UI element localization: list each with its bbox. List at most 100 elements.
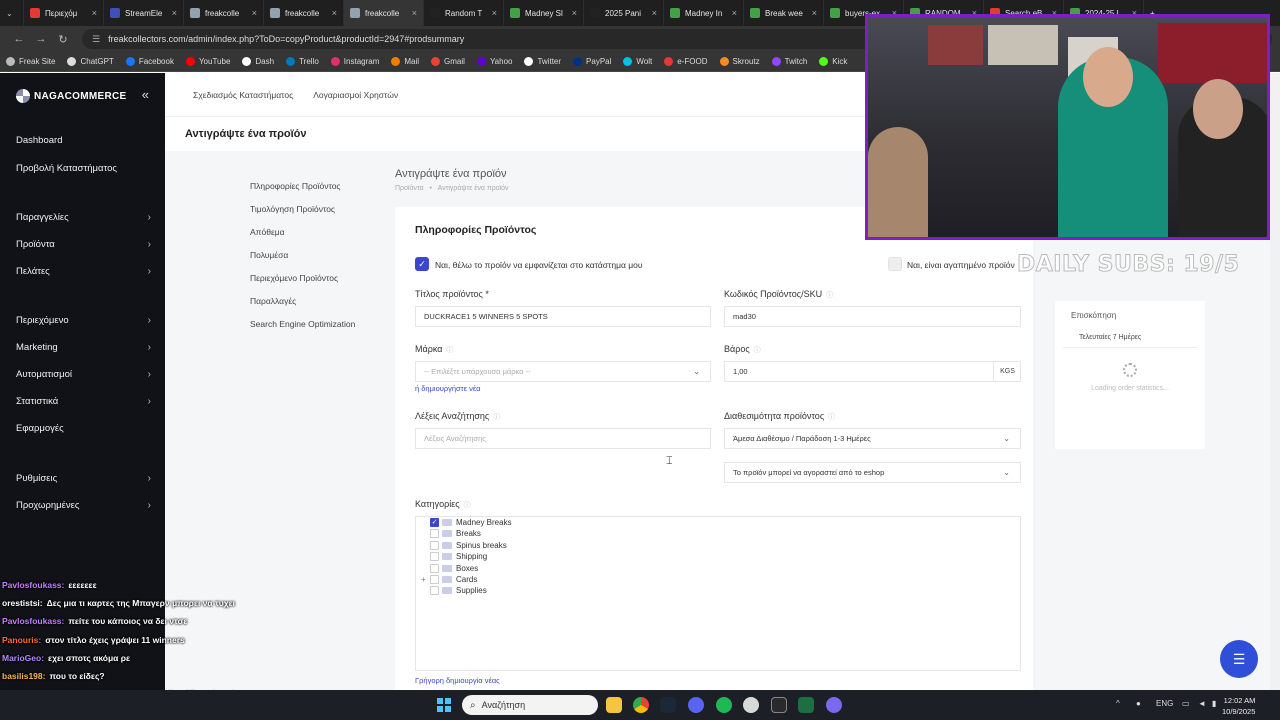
weight-input[interactable]: 1,00 — [724, 361, 1021, 382]
browser-tab[interactable]: StreamEle × — [104, 0, 184, 26]
info-icon[interactable]: ⓘ — [446, 347, 453, 354]
sidebar-item[interactable]: Παραγγελίες › — [16, 212, 151, 223]
bookmark-kick[interactable]: Kick — [819, 57, 847, 66]
section-nav-item[interactable]: Τιμολόγηση Προϊόντος — [250, 204, 355, 227]
tab-list-button[interactable]: ⌄ — [0, 0, 24, 26]
quick-create-category-link[interactable]: Γρήγορη δημιουργία νέας — [415, 676, 500, 685]
info-icon[interactable]: ⓘ — [493, 414, 500, 421]
info-icon[interactable]: ⓘ — [826, 292, 833, 299]
bookmark-gmail[interactable]: Gmail — [431, 57, 465, 66]
collapse-sidebar-icon[interactable]: « — [142, 87, 149, 102]
browser-tab[interactable]: freakcolle × — [184, 0, 264, 26]
sidebar-item[interactable]: Προβολή Καταστήματος — [16, 163, 151, 174]
bookmark-youtube[interactable]: YouTube — [185, 57, 230, 66]
sidebar-item[interactable]: Ρυθμίσεις › — [16, 473, 151, 484]
close-tab-icon[interactable]: × — [86, 8, 97, 18]
tray-chevron-icon[interactable]: ^ — [1116, 699, 1120, 708]
close-tab-icon[interactable]: × — [326, 8, 337, 18]
category-node[interactable]: Supplies — [430, 586, 487, 596]
language-indicator[interactable]: ENG — [1156, 699, 1173, 708]
breadcrumb-products[interactable]: Προϊόντα — [395, 185, 424, 192]
discord-icon[interactable] — [688, 697, 704, 713]
category-node[interactable]: + Cards — [421, 575, 477, 584]
bookmark-twitch[interactable]: Twitch — [771, 57, 807, 66]
site-info-icon[interactable]: ☰ — [92, 34, 100, 45]
create-brand-link[interactable]: ή δημιουργήστε νέα — [415, 384, 481, 393]
category-checkbox[interactable] — [430, 586, 439, 596]
spotify-icon[interactable] — [716, 697, 732, 713]
bookmark-chatgpt[interactable]: ChatGPT — [67, 57, 114, 66]
bookmark-mail[interactable]: Mail — [391, 57, 419, 66]
close-tab-icon[interactable]: × — [406, 8, 417, 18]
topnav-user-accounts[interactable]: Λογαριασμοί Χρηστών — [313, 90, 398, 100]
browser-tab[interactable]: Break wee × — [744, 0, 824, 26]
info-icon[interactable]: ⓘ — [754, 347, 761, 354]
title-input[interactable]: DUCKRACE1 5 WINNERS 5 SPOTS — [415, 306, 711, 327]
taskbar-clock[interactable]: 12:02 AM 10/9/2025 — [1222, 695, 1255, 717]
close-tab-icon[interactable]: × — [726, 8, 737, 18]
category-checkbox[interactable] — [430, 529, 439, 539]
page-scrollbar[interactable] — [1270, 73, 1280, 690]
steam-icon[interactable] — [660, 697, 676, 713]
close-tab-icon[interactable]: × — [486, 8, 497, 18]
sku-input[interactable]: mad30 — [724, 306, 1021, 327]
section-nav-item[interactable]: Απόθεμα — [250, 227, 355, 250]
browser-tab[interactable]: freakcolle × — [264, 0, 344, 26]
availability-select[interactable]: Άμεσα Διαθέσιμο / Παράδοση 1-3 Ημέρες ⌄ — [724, 428, 1021, 449]
file-explorer-icon[interactable] — [606, 697, 622, 713]
section-nav-item[interactable]: Περιεχόμενο Προϊόντος — [250, 273, 355, 296]
section-nav-item[interactable]: Πολυμέσα — [250, 250, 355, 273]
category-checkbox[interactable] — [430, 575, 439, 584]
chrome-icon[interactable] — [633, 697, 649, 713]
taskbar-search[interactable]: ⌕ Αναζήτηση — [462, 695, 598, 715]
browser-tab[interactable]: 2025 Pani × — [584, 0, 664, 26]
bookmark-skroutz[interactable]: Skroutz — [719, 57, 760, 66]
volume-icon[interactable]: ◄ — [1198, 699, 1206, 708]
section-nav-item[interactable]: Παραλλαγές — [250, 296, 355, 319]
brand-logo[interactable]: NAGACOMMERCE — [16, 89, 127, 103]
battery-icon[interactable]: ▮ — [1212, 699, 1216, 708]
bookmark-twitter[interactable]: Twitter — [524, 57, 561, 66]
close-tab-icon[interactable]: × — [166, 8, 177, 18]
browser-tab[interactable]: Περιεχόμ × — [24, 0, 104, 26]
section-nav-item[interactable]: Πληροφορίες Προϊόντος — [250, 181, 355, 204]
chat-support-button[interactable]: ☰ — [1220, 640, 1258, 678]
bookmark-paypal[interactable]: PayPal — [573, 57, 611, 66]
microphone-icon[interactable]: ● — [1136, 699, 1141, 708]
close-tab-icon[interactable]: × — [806, 8, 817, 18]
sidebar-item[interactable]: Προϊόντα › — [16, 239, 151, 250]
bookmark-wolt[interactable]: Wolt — [623, 57, 652, 66]
bookmark-yahoo[interactable]: Yahoo — [476, 57, 512, 66]
category-checkbox[interactable] — [430, 552, 439, 562]
topnav-store-design[interactable]: Σχεδιασμός Καταστήματος — [193, 90, 293, 100]
viber-icon[interactable] — [826, 697, 842, 713]
back-icon[interactable]: ← — [8, 33, 30, 45]
category-node[interactable]: Spinus breaks — [430, 540, 507, 550]
brand-select[interactable]: -- Επιλέξτε υπάρχουσα μάρκα -- ⌄ — [415, 361, 711, 382]
close-tab-icon[interactable]: × — [646, 8, 657, 18]
category-checkbox[interactable]: ✓ — [430, 518, 439, 527]
browser-tab[interactable]: Random T × — [424, 0, 504, 26]
network-icon[interactable]: ▭ — [1182, 699, 1190, 708]
close-tab-icon[interactable]: × — [566, 8, 577, 18]
bookmark-instagram[interactable]: Instagram — [330, 57, 379, 66]
app-icon[interactable] — [771, 697, 787, 713]
sidebar-item[interactable]: Περιεχόμενο › — [16, 315, 151, 326]
sidebar-item[interactable]: Marketing › — [16, 342, 151, 353]
browser-tab[interactable]: freakcolle × — [344, 0, 424, 26]
category-node[interactable]: Breaks — [430, 529, 481, 539]
expand-icon[interactable]: + — [421, 575, 426, 584]
category-checkbox[interactable] — [430, 563, 439, 573]
bookmark-trello[interactable]: Trello — [286, 57, 319, 66]
sidebar-item[interactable]: Εφαρμογές — [16, 423, 151, 434]
purchase-select[interactable]: Το προϊόν μπορεί να αγοραστεί από το esh… — [724, 462, 1021, 483]
browser-tab[interactable]: Madney Sl × — [504, 0, 584, 26]
bookmark-dash[interactable]: Dash — [242, 57, 274, 66]
stats-period[interactable]: Τελευταίες 7 Ημέρες — [1063, 326, 1197, 348]
reload-icon[interactable]: ↻ — [52, 33, 74, 46]
info-icon[interactable]: ⓘ — [464, 502, 471, 509]
close-tab-icon[interactable]: × — [246, 8, 257, 18]
category-node[interactable]: Shipping — [430, 552, 487, 562]
windows-start-icon[interactable] — [437, 698, 451, 712]
bookmark-freak-site[interactable]: Freak Site — [6, 57, 55, 66]
